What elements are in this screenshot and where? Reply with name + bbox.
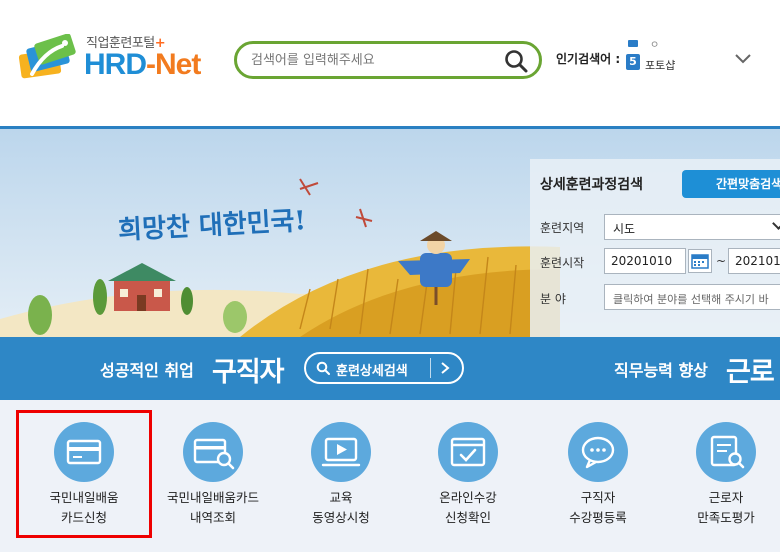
document-search-icon — [710, 435, 745, 469]
quick-menu-label: 국민내일배움카드 내역조회 — [166, 490, 259, 525]
logo-wordmark: HRD-Net — [84, 48, 201, 81]
quick-menu-icon-circle — [696, 422, 756, 482]
logo-mark-icon — [18, 34, 76, 79]
calendar-icon[interactable] — [688, 249, 712, 273]
quick-menu-satisfaction[interactable]: 근로자 만족도평가 — [666, 420, 780, 540]
quick-menu: 국민내일배움 카드신청 국민내일배움카드 내역조회 교육 동영상시청 온라인수강… — [0, 400, 780, 552]
quick-menu-review[interactable]: 구직자 수강평등록 — [538, 420, 658, 540]
hrd-net-logo[interactable]: 직업훈련포털+ HRD-Net — [18, 30, 218, 86]
quick-menu-label: 국민내일배움 카드신청 — [49, 490, 119, 525]
quick-menu-icon-circle — [311, 422, 371, 482]
chat-bubble-icon — [581, 436, 615, 469]
quick-menu-icon-circle — [438, 422, 498, 482]
popular-prev-text: ㅇ — [650, 40, 660, 51]
advanced-search-title: 상세훈련과정검색 — [540, 177, 644, 193]
quick-menu-edu-video[interactable]: 교육 동영상시청 — [281, 420, 401, 540]
jobseeker-title[interactable]: 구직자 — [212, 350, 285, 389]
jobseeker-subtitle: 성공적인 취업 — [100, 361, 194, 380]
search-icon — [316, 361, 330, 375]
card-icon — [66, 439, 102, 465]
quick-menu-card-apply[interactable]: 국민내일배움 카드신청 — [24, 420, 144, 540]
quick-menu-icon-circle — [54, 422, 114, 482]
start-date-from-input[interactable]: 20201010 — [604, 248, 686, 274]
popular-keywords-label: 인기검색어 : — [556, 52, 621, 66]
button-divider — [430, 358, 431, 378]
advanced-search-panel: 상세훈련과정검색 간편맞춤검색 훈련지역 시도 훈련시작 20201010 ~ … — [530, 160, 780, 336]
card-search-icon — [193, 438, 235, 470]
date-range-tilde: ~ — [716, 254, 727, 268]
quick-menu-icon-circle — [183, 422, 243, 482]
quick-menu-label: 근로자 만족도평가 — [697, 490, 755, 525]
quick-menu-icon-circle — [568, 422, 628, 482]
search-icon[interactable] — [503, 48, 529, 74]
region-label: 훈련지역 — [540, 221, 585, 235]
field-select-input[interactable]: 클릭하여 분야를 선택해 주시기 바 — [604, 284, 780, 310]
popular-keyword-link[interactable]: 포토샵 — [645, 57, 675, 73]
worker-subtitle: 직무능력 향상 — [614, 361, 708, 380]
target-strip: 성공적인 취업 구직자 훈련상세검색 직무능력 향상 근로 — [0, 337, 780, 400]
quick-search-tab[interactable]: 간편맞춤검색 — [682, 170, 780, 198]
chevron-right-icon — [441, 362, 450, 374]
chevron-down-icon — [772, 217, 780, 230]
quick-menu-label: 교육 동영상시청 — [312, 490, 370, 525]
site-header: 직업훈련포털+ HRD-Net 인기검색어 : ㅇ 5 포토샵 — [0, 0, 780, 124]
quick-menu-label: 온라인수강 신청확인 — [439, 490, 497, 525]
search-box — [234, 41, 542, 79]
start-date-to-input[interactable]: 2021011 — [728, 248, 780, 274]
quick-menu-online-check[interactable]: 온라인수강 신청확인 — [408, 420, 528, 540]
start-date-label: 훈련시작 — [540, 256, 585, 270]
online-check-icon — [450, 437, 486, 467]
worker-title[interactable]: 근로 — [726, 350, 775, 389]
quick-menu-label: 구직자 수강평등록 — [569, 490, 627, 525]
chevron-down-icon[interactable] — [734, 50, 752, 66]
video-play-icon — [321, 437, 361, 467]
region-select-value: 시도 — [613, 222, 636, 236]
detailed-training-search-button[interactable]: 훈련상세검색 — [304, 352, 464, 384]
region-select[interactable]: 시도 — [604, 214, 780, 240]
popular-rank-badge: 5 — [626, 54, 640, 70]
quick-menu-card-history[interactable]: 국민내일배움카드 내역조회 — [153, 420, 273, 540]
popular-rank-prev — [628, 40, 638, 47]
search-input[interactable] — [251, 49, 501, 71]
detailed-search-label: 훈련상세검색 — [336, 364, 408, 379]
field-label: 분 야 — [540, 292, 566, 306]
